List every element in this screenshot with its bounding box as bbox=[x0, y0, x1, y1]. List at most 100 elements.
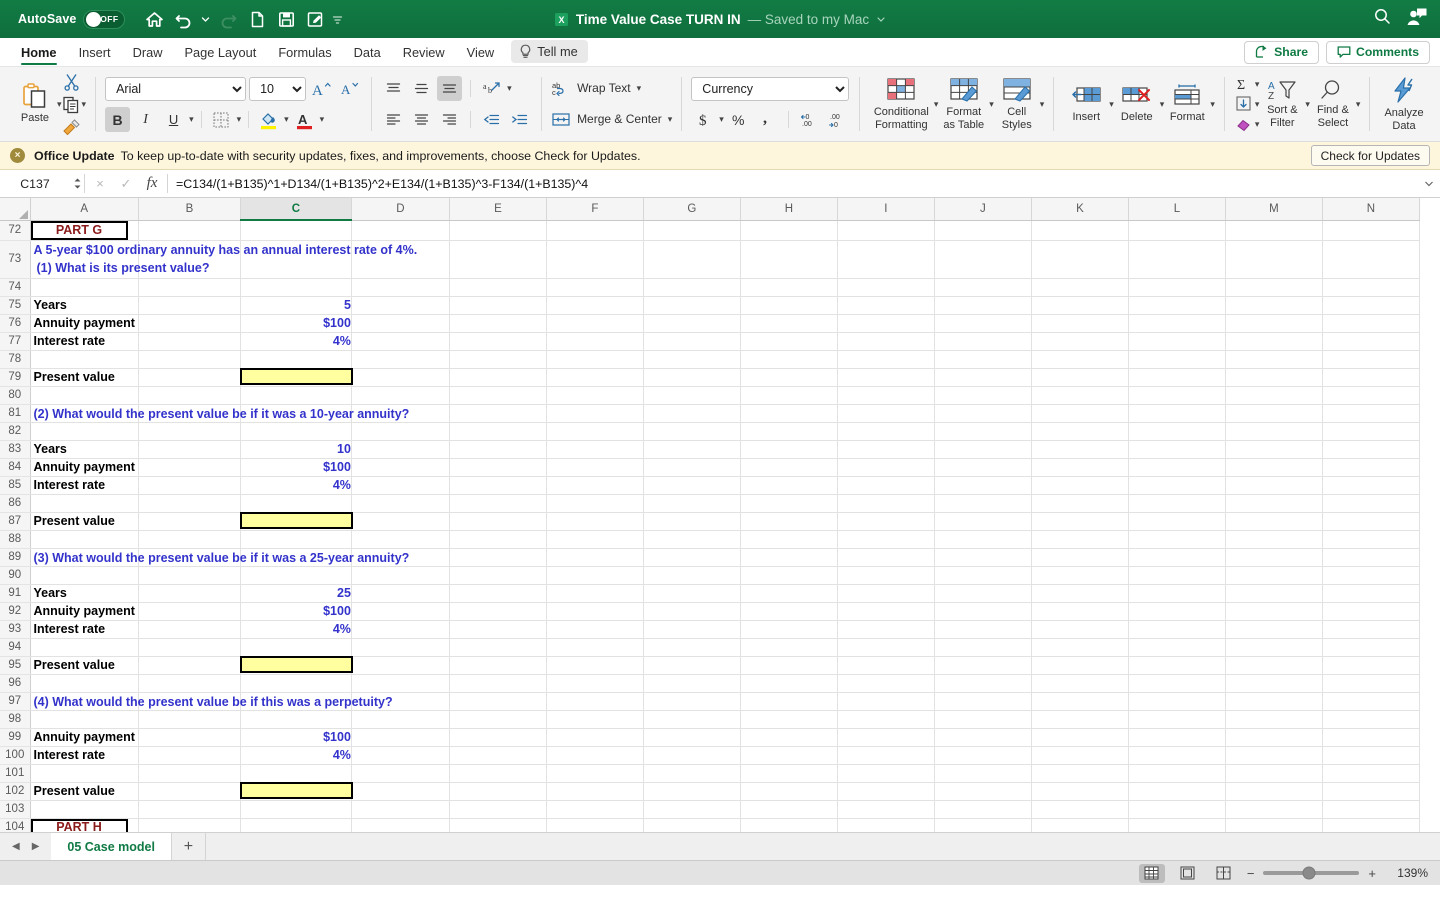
cell-D93[interactable] bbox=[351, 620, 450, 639]
cell-F97[interactable] bbox=[546, 692, 644, 711]
cell-L82[interactable] bbox=[1128, 422, 1226, 441]
cell-F100[interactable] bbox=[546, 746, 644, 765]
cell-H91[interactable] bbox=[740, 584, 838, 603]
cell-A73[interactable]: A 5-year $100 ordinary annuity has an an… bbox=[30, 240, 417, 279]
row-header-104[interactable]: 104 bbox=[0, 818, 31, 832]
increase-font-size-button[interactable]: A bbox=[309, 76, 334, 101]
cell-N73[interactable] bbox=[1322, 240, 1420, 279]
cell-D100[interactable] bbox=[351, 746, 450, 765]
cell-F83[interactable] bbox=[546, 440, 644, 459]
cell-G75[interactable] bbox=[643, 296, 741, 315]
cell-G92[interactable] bbox=[643, 602, 741, 621]
cell-B85[interactable] bbox=[138, 476, 241, 495]
cell-M87[interactable] bbox=[1225, 512, 1323, 531]
cell-F76[interactable] bbox=[546, 314, 644, 333]
check-for-updates-button[interactable]: Check for Updates bbox=[1310, 145, 1430, 166]
cell-B98[interactable] bbox=[138, 710, 241, 729]
cell-C95[interactable] bbox=[239, 655, 353, 675]
underline-button[interactable]: U bbox=[161, 107, 186, 132]
comments-button[interactable]: Comments bbox=[1326, 40, 1430, 64]
bold-button[interactable]: B bbox=[105, 107, 131, 132]
cell-B94[interactable] bbox=[138, 638, 241, 657]
cell-G80[interactable] bbox=[643, 386, 741, 405]
cell-G104[interactable] bbox=[643, 818, 741, 832]
cell-H103[interactable] bbox=[740, 800, 838, 819]
cell-K98[interactable] bbox=[1031, 710, 1129, 729]
cell-G99[interactable] bbox=[643, 728, 741, 747]
cell-M88[interactable] bbox=[1225, 530, 1323, 549]
cell-C84[interactable]: $100 bbox=[240, 458, 352, 477]
account-icon[interactable] bbox=[1406, 7, 1428, 32]
cell-G89[interactable] bbox=[643, 548, 741, 567]
undo-icon[interactable] bbox=[170, 6, 196, 32]
cell-I79[interactable] bbox=[837, 368, 935, 387]
cell-E79[interactable] bbox=[449, 368, 547, 387]
cell-J84[interactable] bbox=[934, 458, 1032, 477]
cell-A87[interactable]: Present value bbox=[30, 512, 139, 531]
formula-input[interactable] bbox=[168, 170, 1418, 197]
currency-format-button[interactable]: $ bbox=[691, 107, 716, 132]
number-format-select[interactable]: Currency bbox=[691, 76, 850, 101]
cell-C72[interactable] bbox=[240, 220, 352, 241]
column-header-f[interactable]: F bbox=[546, 198, 644, 221]
cell-D104[interactable] bbox=[351, 818, 450, 832]
cell-F88[interactable] bbox=[546, 530, 644, 549]
cell-N94[interactable] bbox=[1322, 638, 1420, 657]
cell-E80[interactable] bbox=[449, 386, 547, 405]
cell-M99[interactable] bbox=[1225, 728, 1323, 747]
cell-D84[interactable] bbox=[351, 458, 450, 477]
cell-H86[interactable] bbox=[740, 494, 838, 513]
cell-K89[interactable] bbox=[1031, 548, 1129, 567]
cell-I75[interactable] bbox=[837, 296, 935, 315]
cell-D76[interactable] bbox=[351, 314, 450, 333]
cell-A100[interactable]: Interest rate bbox=[30, 746, 139, 765]
column-header-l[interactable]: L bbox=[1128, 198, 1226, 221]
cell-K92[interactable] bbox=[1031, 602, 1129, 621]
cell-B100[interactable] bbox=[138, 746, 241, 765]
row-header-75[interactable]: 75 bbox=[0, 296, 31, 315]
column-header-j[interactable]: J bbox=[934, 198, 1032, 221]
cell-G94[interactable] bbox=[643, 638, 741, 657]
cell-F86[interactable] bbox=[546, 494, 644, 513]
row-header-101[interactable]: 101 bbox=[0, 764, 31, 783]
font-color-button[interactable]: A bbox=[292, 107, 317, 132]
row-header-85[interactable]: 85 bbox=[0, 476, 31, 495]
underline-dropdown-icon[interactable]: ▾ bbox=[189, 115, 194, 124]
cell-E101[interactable] bbox=[449, 764, 547, 783]
cell-E77[interactable] bbox=[449, 332, 547, 351]
cell-B91[interactable] bbox=[138, 584, 241, 603]
cell-J83[interactable] bbox=[934, 440, 1032, 459]
cell-B93[interactable] bbox=[138, 620, 241, 639]
cell-B72[interactable] bbox=[138, 220, 241, 241]
cell-I97[interactable] bbox=[837, 692, 935, 711]
cell-E78[interactable] bbox=[449, 350, 547, 369]
cell-E96[interactable] bbox=[449, 674, 547, 693]
cell-E81[interactable] bbox=[449, 404, 547, 423]
cell-M89[interactable] bbox=[1225, 548, 1323, 567]
cell-J72[interactable] bbox=[934, 220, 1032, 241]
page-break-view-icon[interactable] bbox=[1211, 864, 1237, 883]
cell-E89[interactable] bbox=[449, 548, 547, 567]
cell-N84[interactable] bbox=[1322, 458, 1420, 477]
cell-J93[interactable] bbox=[934, 620, 1032, 639]
cell-J73[interactable] bbox=[934, 240, 1032, 279]
cell-H101[interactable] bbox=[740, 764, 838, 783]
cell-K75[interactable] bbox=[1031, 296, 1129, 315]
cell-A90[interactable] bbox=[30, 566, 139, 585]
cell-D103[interactable] bbox=[351, 800, 450, 819]
cell-L72[interactable] bbox=[1128, 220, 1226, 241]
zoom-slider[interactable] bbox=[1263, 866, 1360, 880]
cell-D87[interactable] bbox=[351, 512, 450, 531]
cell-C94[interactable] bbox=[240, 638, 352, 657]
cell-G101[interactable] bbox=[643, 764, 741, 783]
cell-L91[interactable] bbox=[1128, 584, 1226, 603]
cell-G96[interactable] bbox=[643, 674, 741, 693]
cell-M102[interactable] bbox=[1225, 782, 1323, 801]
cell-L83[interactable] bbox=[1128, 440, 1226, 459]
cell-M100[interactable] bbox=[1225, 746, 1323, 765]
format-as-table-button[interactable]: Format as Table bbox=[938, 77, 989, 131]
cell-H83[interactable] bbox=[740, 440, 838, 459]
cell-B74[interactable] bbox=[138, 278, 241, 297]
cell-F74[interactable] bbox=[546, 278, 644, 297]
cell-J77[interactable] bbox=[934, 332, 1032, 351]
